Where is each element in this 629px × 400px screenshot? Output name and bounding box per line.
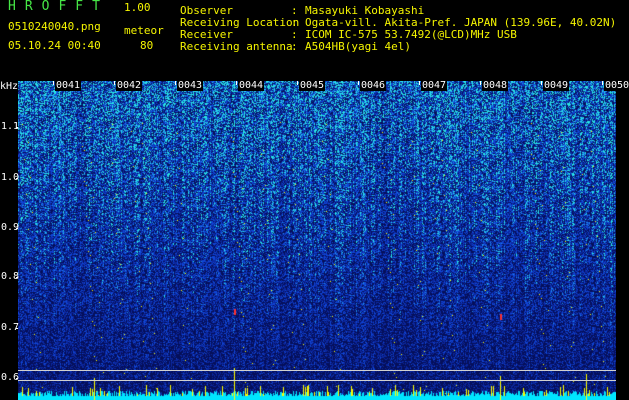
antenna-sep: : — [291, 40, 298, 53]
x-tick-mark — [297, 81, 298, 85]
x-tick-label: 0041 — [55, 80, 82, 91]
x-tick-label: 0049 — [543, 80, 570, 91]
observation-mode: meteor — [124, 24, 164, 37]
reference-line-upper — [18, 370, 616, 371]
antenna-label: Receiving antenna — [180, 40, 293, 53]
x-tick-mark — [419, 81, 420, 85]
observation-datetime: 05.10.24 00:40 — [8, 39, 101, 52]
x-tick-mark — [53, 81, 54, 85]
x-tick-mark — [480, 81, 481, 85]
x-tick-label: 0050 — [604, 80, 629, 91]
reference-line-lower — [18, 380, 616, 381]
frequency-unit-label: kHz — [0, 81, 19, 92]
echo-count: 80 — [140, 39, 154, 52]
x-tick-label: 0045 — [299, 80, 326, 91]
x-tick-mark — [358, 81, 359, 85]
x-tick-label: 0048 — [482, 80, 509, 91]
x-tick-label: 0046 — [360, 80, 387, 91]
app-name: HROFFT — [8, 0, 109, 14]
y-tick-mark — [16, 277, 18, 278]
x-tick-mark — [541, 81, 542, 85]
header-panel: HROFFT 1.00 0510240040.png meteor 05.10.… — [0, 0, 629, 80]
y-tick-mark — [16, 378, 18, 379]
y-tick-mark — [16, 178, 18, 179]
image-filename: 0510240040.png — [8, 20, 101, 33]
x-tick-label: 0044 — [238, 80, 265, 91]
y-tick-mark — [16, 127, 18, 128]
x-tick-label: 0042 — [116, 80, 143, 91]
spectrogram — [18, 81, 616, 400]
x-tick-label: 0043 — [177, 80, 204, 91]
x-tick-mark — [175, 81, 176, 85]
x-tick-mark — [236, 81, 237, 85]
app-version: 1.00 — [124, 1, 151, 14]
x-tick-label: 0047 — [421, 80, 448, 91]
y-tick-mark — [16, 328, 18, 329]
y-tick-mark — [16, 228, 18, 229]
x-tick-mark — [602, 81, 603, 85]
spectrogram-canvas — [18, 81, 616, 400]
antenna-value: A504HB(yagi 4el) — [305, 40, 411, 53]
x-tick-mark — [114, 81, 115, 85]
